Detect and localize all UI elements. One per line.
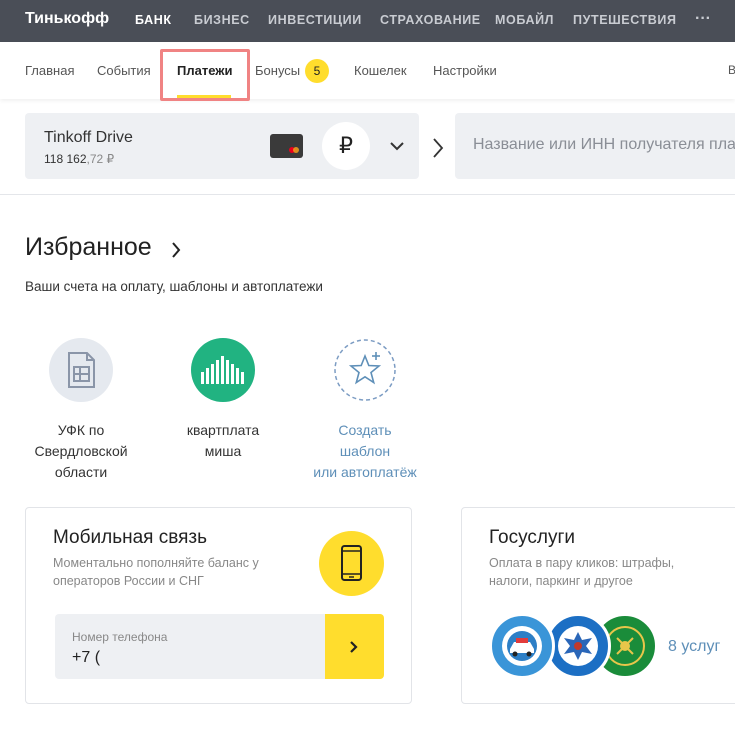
traffic-police-emblem-icon[interactable] bbox=[489, 613, 555, 679]
favorite-label-line: шаблон bbox=[339, 443, 391, 459]
bank-card-icon bbox=[270, 134, 303, 158]
chevron-right-icon bbox=[350, 641, 358, 653]
balance-decimal: ,72 ₽ bbox=[86, 152, 115, 166]
add-star-icon[interactable] bbox=[333, 338, 397, 402]
favorite-label[interactable]: УФК по Свердловской области bbox=[16, 420, 146, 483]
chevron-down-icon[interactable] bbox=[387, 138, 407, 154]
building-bars-icon[interactable] bbox=[191, 338, 255, 402]
tinkoff-logo[interactable]: Тинькофф bbox=[25, 10, 109, 28]
phone-number-field[interactable]: Номер телефона bbox=[55, 614, 325, 679]
favorite-label-line: миша bbox=[204, 443, 242, 459]
topnav-business[interactable]: БИЗНЕС bbox=[194, 13, 250, 27]
tab-wallet[interactable]: Кошелек bbox=[354, 63, 407, 78]
divider bbox=[0, 194, 735, 195]
favorite-label-line: области bbox=[54, 464, 108, 480]
favorite-label[interactable]: квартплата миша bbox=[158, 420, 288, 462]
top-navigation-bar: Тинькофф БАНК БИЗНЕС ИНВЕСТИЦИИ СТРАХОВА… bbox=[0, 0, 735, 42]
gosuslugi-card[interactable]: Госуслуги Оплата в пару кликов: штрафы, … bbox=[461, 507, 735, 704]
document-icon[interactable] bbox=[49, 338, 113, 402]
section-navigation: Главная События Платежи Бонусы Кошелек Н… bbox=[0, 42, 735, 99]
phone-number-input[interactable] bbox=[72, 649, 312, 667]
favorite-label-line: УФК по bbox=[57, 422, 105, 438]
card-title: Мобильная связь bbox=[53, 527, 207, 548]
topnav-investments[interactable]: ИНВЕСТИЦИИ bbox=[268, 13, 362, 27]
smartphone-icon bbox=[319, 531, 384, 596]
subnav-cutoff-text[interactable]: В bbox=[728, 63, 735, 77]
ruble-currency-icon: ₽ bbox=[322, 122, 370, 170]
account-selector[interactable]: Tinkoff Drive 118 162,72 ₽ ₽ bbox=[25, 113, 419, 179]
account-name: Tinkoff Drive bbox=[44, 129, 133, 146]
topnav-travel[interactable]: ПУТЕШЕСТВИЯ bbox=[573, 13, 677, 27]
description-line: налоги, паркинг и другое bbox=[489, 574, 633, 588]
balance-integer: 118 162 bbox=[44, 152, 87, 166]
phone-field-label: Номер телефона bbox=[72, 630, 168, 644]
favorite-label-line: квартплата bbox=[186, 422, 260, 438]
favorite-label-line: или автоплатёж bbox=[313, 464, 417, 480]
favorites-title[interactable]: Избранное bbox=[25, 233, 152, 262]
bonus-count-badge: 5 bbox=[305, 59, 329, 83]
description-line: Моментально пополняйте баланс у bbox=[53, 556, 259, 570]
chevron-right-icon bbox=[433, 138, 444, 158]
card-description: Оплата в пару кликов: штрафы, налоги, па… bbox=[489, 554, 674, 590]
description-line: Оплата в пару кликов: штрафы, bbox=[489, 556, 675, 570]
create-template-link[interactable]: Создать шаблон или автоплатёж bbox=[300, 420, 430, 483]
phone-submit-button[interactable] bbox=[325, 614, 384, 679]
account-balance: 118 162,72 ₽ bbox=[44, 152, 114, 166]
chevron-right-icon[interactable] bbox=[170, 241, 182, 259]
favorite-label-line: Создать bbox=[338, 422, 392, 438]
more-menu-icon[interactable]: ··· bbox=[695, 10, 711, 28]
favorites-subtitle: Ваши счета на оплату, шаблоны и автоплат… bbox=[25, 279, 323, 294]
topnav-insurance[interactable]: СТРАХОВАНИЕ bbox=[380, 13, 481, 27]
tab-settings[interactable]: Настройки bbox=[433, 63, 497, 78]
mobile-topup-card: Мобильная связь Моментально пополняйте б… bbox=[25, 507, 412, 704]
active-tab-highlight bbox=[160, 49, 250, 101]
recipient-search-input[interactable] bbox=[473, 136, 735, 154]
recipient-search bbox=[455, 113, 735, 179]
tab-home[interactable]: Главная bbox=[25, 63, 74, 78]
card-title: Госуслуги bbox=[489, 527, 576, 548]
card-description: Моментально пополняйте баланс у оператор… bbox=[53, 554, 259, 590]
topnav-bank[interactable]: БАНК bbox=[135, 13, 172, 27]
tab-bonuses[interactable]: Бонусы bbox=[255, 63, 300, 78]
favorite-label-line: Свердловской bbox=[34, 443, 128, 459]
topnav-mobile[interactable]: МОБАЙЛ bbox=[495, 13, 554, 27]
description-line: операторов России и СНГ bbox=[53, 574, 204, 588]
services-count-link[interactable]: 8 услуг bbox=[668, 638, 720, 656]
tab-events[interactable]: События bbox=[97, 63, 151, 78]
